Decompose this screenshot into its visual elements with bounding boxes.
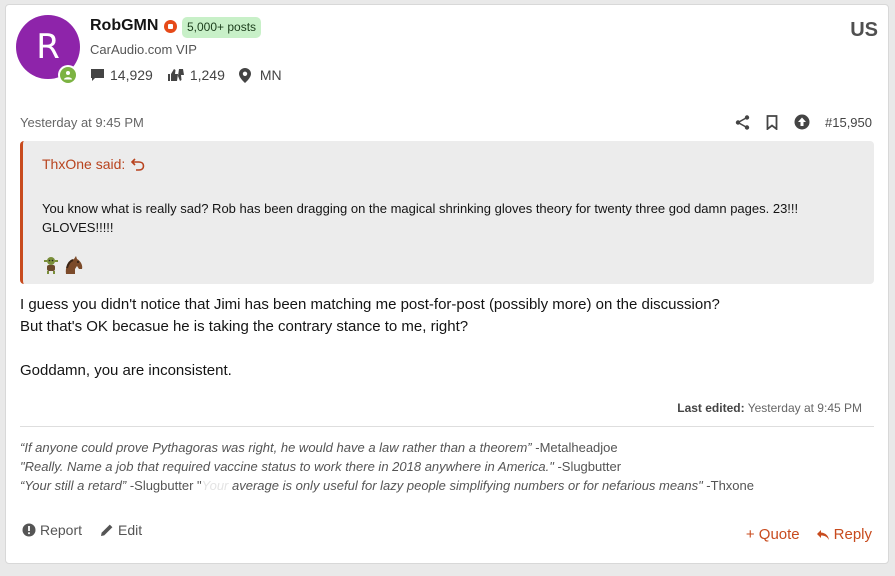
signature-author: -Slugbutter: [553, 459, 622, 474]
post-date-link[interactable]: Yesterday at 9:45 PM: [20, 115, 144, 130]
signature-line: “Your still a retard” -Slugbutter "Your …: [20, 476, 876, 495]
post-card: R RobGMN 5,000+ posts CarAudio.com VIP 1…: [5, 4, 889, 564]
user-stats: 14,929 1,249 MN: [90, 67, 296, 83]
reactions-stat: 1,249: [167, 67, 225, 83]
reply-button[interactable]: Reply: [816, 526, 872, 543]
quote-block: ThxOne said: You know what is really sad…: [20, 141, 874, 284]
bookmark-icon[interactable]: [763, 113, 781, 131]
signature-divider: [20, 426, 874, 427]
quote-label: + Quote: [745, 526, 800, 543]
upvote-icon[interactable]: [793, 113, 811, 131]
last-edited-label: Last edited:: [677, 401, 745, 415]
quote-emojis: [42, 255, 86, 280]
signature-quote: “Your still a retard”: [20, 478, 127, 493]
signature-quote: "Really. Name a job that required vaccin…: [20, 459, 554, 474]
user-title: CarAudio.com VIP: [90, 42, 197, 57]
message-icon: [91, 69, 104, 81]
thumbs-icon: [167, 69, 184, 81]
reactions-count: 1,249: [189, 67, 225, 83]
post-body-line: But that's OK becasue he is taking the c…: [20, 318, 469, 335]
report-label: Report: [40, 522, 83, 538]
reply-label: Reply: [833, 526, 872, 543]
country-flag: US: [850, 19, 878, 41]
location-text: MN: [259, 67, 282, 83]
post-actions-left: Report Edit: [22, 522, 160, 538]
edit-label: Edit: [118, 522, 143, 538]
signature-author: -Slugbutter ": [126, 478, 202, 493]
signature-line: “If anyone could prove Pythagoras was ri…: [20, 438, 876, 457]
signature-quote: average is only useful for lazy people s…: [228, 478, 703, 493]
signature-author: -Thxone: [702, 478, 754, 493]
signature-author: -Metalheadjoe: [531, 440, 618, 455]
report-button[interactable]: Report: [22, 522, 82, 538]
avatar-letter: R: [36, 27, 60, 67]
signature-line: "Really. Name a job that required vaccin…: [20, 457, 876, 476]
online-status-icon: [58, 65, 78, 85]
quote-text: You know what is really sad? Rob has bee…: [42, 201, 799, 235]
signature-quote: “If anyone could prove Pythagoras was ri…: [20, 440, 532, 455]
staff-badge-icon: [164, 20, 177, 33]
edit-button[interactable]: Edit: [100, 522, 142, 538]
post-body: I guess you didn't notice that Jimi has …: [20, 294, 880, 382]
post-number-link[interactable]: #15,950: [825, 115, 872, 130]
jump-to-quote-icon[interactable]: [131, 157, 145, 171]
quote-author: ThxOne said:: [42, 156, 126, 172]
reply-icon: [816, 529, 829, 540]
username-link[interactable]: RobGMN: [90, 17, 158, 35]
messages-stat: 14,929: [90, 67, 153, 83]
report-icon: [22, 523, 36, 537]
messages-count: 14,929: [110, 67, 153, 83]
signature: “If anyone could prove Pythagoras was ri…: [20, 438, 876, 495]
last-edited-value: Yesterday at 9:45 PM: [747, 401, 862, 415]
post-body-line: I guess you didn't notice that Jimi has …: [20, 296, 720, 313]
post-body-line: Goddamn, you are inconsistent.: [20, 362, 232, 379]
post-tools: #15,950: [721, 113, 872, 131]
location-pin-icon: [238, 67, 251, 83]
share-icon[interactable]: [733, 113, 751, 131]
location-stat: MN: [238, 67, 282, 83]
pencil-icon: [101, 524, 113, 536]
horse-emoji-icon: [62, 255, 84, 280]
last-edited: Last edited: Yesterday at 9:45 PM: [677, 401, 862, 415]
quote-button[interactable]: + Quote: [746, 526, 800, 543]
quote-author-link[interactable]: ThxOne said:: [42, 156, 145, 172]
troll-emoji-icon: [42, 256, 60, 279]
post-actions-right: + Quote Reply: [730, 526, 872, 543]
signature-faded-text: Your: [201, 478, 229, 493]
posts-count-badge: 5,000+ posts: [182, 17, 262, 38]
